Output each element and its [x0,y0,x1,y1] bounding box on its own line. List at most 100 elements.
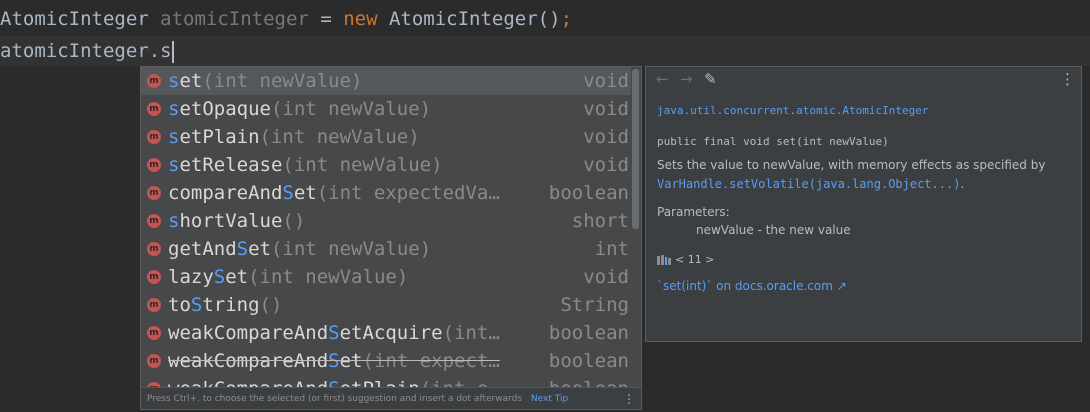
doc-description: Sets the value to newValue, with memory … [657,158,1046,172]
name-match: S [190,294,203,316]
edit-source-icon[interactable]: ✎ [704,70,717,88]
completion-item-return-type: void [583,154,629,176]
completion-item[interactable]: m toString() String [141,291,631,319]
name-suffix: et [248,238,271,260]
completion-hint: Press Ctrl+. to choose the selected (or … [147,394,523,404]
method-icon: m [147,270,161,284]
jdk-version-text: < 11 > [675,253,715,266]
code-line-current[interactable]: atomicInteger.s [0,36,1090,66]
completion-item-name: setPlain(int newValue) [168,123,420,151]
name-suffix: etOpaque [179,98,271,120]
doc-toolbar: ← → ✎ ⋮ [646,67,1081,93]
constructor-call: AtomicInteger() [377,8,561,30]
completion-item-return-type: void [583,266,629,288]
completion-item-params: () [259,294,283,316]
name-match: s [168,154,180,176]
name-match: s [168,210,180,232]
name-suffix: etRelease [179,154,283,176]
doc-parameters-label: Parameters: [657,205,730,219]
completion-item[interactable]: m set(int newValue) void [141,67,631,95]
completion-item[interactable]: m getAndSet(int newValue) int [141,235,631,263]
completion-options-icon[interactable]: ⋮ [623,388,635,409]
varhandle-link[interactable]: VarHandle.setVolatile(java.lang.Object..… [657,177,960,191]
doc-options-icon[interactable]: ⋮ [1060,70,1075,88]
completion-item-name: set(int newValue) [168,67,363,95]
completion-item-params: (int newValue) [270,98,432,120]
back-arrow-icon[interactable]: ← [656,70,669,88]
completion-item-return-type: boolean [548,322,629,344]
name-match: S [282,182,294,204]
name-suffix: et [339,350,363,372]
completion-item-return-type: short [571,210,629,232]
name-match: s [168,98,180,120]
name-match: S [328,322,340,344]
name-prefix: lazy [168,266,214,288]
completion-item[interactable]: m setOpaque(int newValue) void [141,95,631,123]
name-match: S [236,238,249,260]
completion-item-params: (int expect… [362,350,500,372]
next-tip-link[interactable]: Next Tip [531,394,568,404]
completion-item[interactable]: m setRelease(int newValue) void [141,151,631,179]
completion-item-params: (int newValue) [270,238,432,260]
completion-item-return-type: void [583,98,629,120]
library-icon [657,255,671,265]
method-icon: m [147,298,161,312]
name-match: S [328,350,340,372]
completion-item[interactable]: m shortValue() short [141,207,631,235]
completion-item-return-type: String [560,294,629,316]
completion-footer: Press Ctrl+. to choose the selected (or … [141,387,641,409]
method-icon: m [147,242,161,256]
external-doc-link[interactable]: `set(int)` on docs.oracle.com ↗ [657,279,847,293]
name-suffix: hortValue [179,210,283,232]
completion-item[interactable]: m compareAndSet(int expectedVa… boolean [141,179,631,207]
completion-item-params: (int expectedVa… [316,182,500,204]
completion-item-params: (int newValue) [259,126,420,148]
documentation-popup[interactable]: ← → ✎ ⋮ java.util.concurrent.atomic.Atom… [645,66,1082,342]
completion-item-name: weakCompareAndSetAcquire(int… [168,319,500,347]
completion-item-name: compareAndSet(int expectedVa… [168,179,500,207]
name-match: S [213,266,226,288]
desc-period: . [960,177,965,191]
method-icon: m [147,158,161,172]
completion-item-name: setOpaque(int newValue) [168,95,431,123]
method-icon: m [147,214,161,228]
name-prefix: getAnd [168,238,237,260]
completion-item[interactable]: m weakCompareAndSet(int expect… boolean [141,347,631,375]
completion-item[interactable]: m setPlain(int newValue) void [141,123,631,151]
method-icon: m [147,186,161,200]
completion-item-params: (int newValue) [282,154,443,176]
variable-name: atomicInteger [160,8,309,30]
name-prefix: to [168,294,191,316]
name-suffix: et [293,182,317,204]
name-prefix: weakCompareAnd [168,350,329,372]
completion-item[interactable]: m weakCompareAndSetAcquire(int… boolean [141,319,631,347]
completion-item-name: toString() [168,291,282,319]
completion-item-return-type: int [594,238,629,260]
completion-item-params: () [282,210,306,232]
completion-item-name: lazySet(int newValue) [168,263,408,291]
completion-popup[interactable]: m set(int newValue) void m setOpaque(int new… [140,66,642,410]
doc-description-continued: VarHandle.setVolatile(java.lang.Object..… [657,177,964,191]
name-suffix: tring [202,294,260,316]
completion-item-name: getAndSet(int newValue) [168,235,431,263]
completion-item[interactable]: m lazySet(int newValue) void [141,263,631,291]
typed-expression: atomicInteger.s [0,40,172,62]
completion-item-name: setRelease(int newValue) [168,151,443,179]
doc-parameter: newValue - the new value [696,223,851,237]
completion-scrollbar[interactable] [632,69,639,229]
completion-item-params: (int newValue) [248,266,409,288]
completion-item-return-type: boolean [548,182,629,204]
completion-item-params: (int newValue) [202,70,363,92]
completion-item-name: weakCompareAndSet(int expect… [168,347,500,375]
code-line-declaration[interactable]: AtomicInteger atomicInteger = new Atomic… [0,4,572,34]
completion-item-return-type: void [583,126,629,148]
name-suffix: et [179,70,203,92]
new-keyword: new [343,8,378,30]
semicolon: ; [560,8,573,30]
method-icon: m [147,326,161,340]
doc-class-name[interactable]: java.util.concurrent.atomic.AtomicIntege… [657,104,929,117]
completion-item-params: (int… [442,322,500,344]
forward-arrow-icon[interactable]: → [680,70,693,88]
jdk-version-selector[interactable]: < 11 > [657,253,714,266]
method-icon: m [147,74,161,88]
